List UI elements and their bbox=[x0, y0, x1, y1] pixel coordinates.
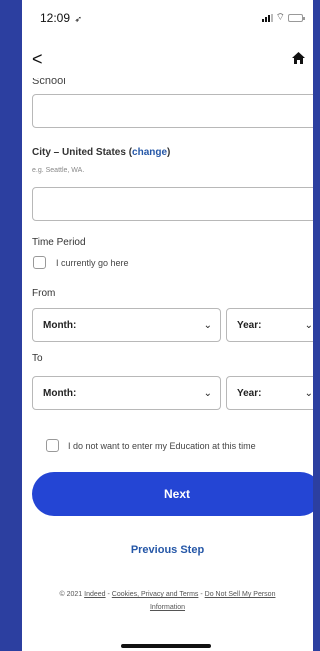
location-arrow-icon: ➶ bbox=[74, 14, 83, 24]
from-year-select[interactable]: Year: ⌄ bbox=[226, 308, 313, 342]
chevron-down-icon: ⌄ bbox=[203, 387, 212, 399]
city-label: City – United States (change) bbox=[32, 147, 170, 158]
do-not-sell-link-continued[interactable]: Information bbox=[150, 604, 185, 611]
to-label: To bbox=[32, 353, 43, 364]
from-label: From bbox=[32, 288, 56, 299]
city-hint: e.g. Seattle, WA. bbox=[32, 167, 85, 174]
school-input[interactable] bbox=[32, 94, 313, 128]
status-icons: ⌔ bbox=[261, 12, 305, 23]
signal-icon bbox=[261, 14, 273, 22]
to-month-value: Month: bbox=[43, 387, 77, 399]
chevron-down-icon: ⌄ bbox=[203, 319, 212, 331]
back-chevron-icon[interactable]: < bbox=[32, 50, 43, 68]
footer: © 2021 Indeed - Cookies, Privacy and Ter… bbox=[22, 588, 313, 614]
school-label: School bbox=[32, 78, 66, 85]
footer-line-2: Information bbox=[22, 601, 313, 614]
cookies-privacy-terms-link[interactable]: Cookies, Privacy and Terms bbox=[112, 591, 199, 598]
from-month-value: Month: bbox=[43, 319, 77, 331]
indeed-link[interactable]: Indeed bbox=[84, 591, 105, 598]
from-year-value: Year: bbox=[237, 319, 262, 331]
to-year-select[interactable]: Year: ⌄ bbox=[226, 376, 313, 410]
from-month-select[interactable]: Month: ⌄ bbox=[32, 308, 221, 342]
home-indicator bbox=[121, 644, 211, 648]
chevron-down-icon: ⌄ bbox=[304, 387, 313, 399]
to-month-select[interactable]: Month: ⌄ bbox=[32, 376, 221, 410]
currently-go-here-label: I currently go here bbox=[56, 258, 129, 268]
change-country-link[interactable]: change bbox=[132, 147, 167, 158]
time-period-label: Time Period bbox=[32, 237, 86, 248]
do-not-sell-link[interactable]: Do Not Sell My Person bbox=[205, 591, 276, 598]
status-bar: 12:09 ➶ ⌔ bbox=[22, 0, 313, 36]
previous-step-link[interactable]: Previous Step bbox=[22, 544, 313, 556]
to-year-value: Year: bbox=[237, 387, 262, 399]
city-label-suffix: ) bbox=[167, 147, 171, 158]
status-time: 12:09 bbox=[40, 11, 71, 25]
home-icon[interactable] bbox=[292, 51, 305, 67]
status-time-group: 12:09 ➶ bbox=[40, 9, 82, 27]
city-label-prefix: City – United States ( bbox=[32, 147, 133, 158]
copyright-text: © 2021 bbox=[59, 591, 85, 598]
battery-icon bbox=[288, 14, 305, 22]
skip-education-label: I do not want to enter my Education at t… bbox=[68, 441, 256, 451]
chevron-down-icon: ⌄ bbox=[304, 319, 313, 331]
nav-bar: < bbox=[22, 44, 313, 74]
home-icon-shape bbox=[292, 52, 305, 64]
next-button[interactable]: Next bbox=[32, 472, 313, 516]
footer-line-1: © 2021 Indeed - Cookies, Privacy and Ter… bbox=[22, 588, 313, 601]
wifi-icon: ⌔ bbox=[275, 12, 285, 23]
skip-education-checkbox[interactable] bbox=[46, 439, 59, 452]
currently-go-here-checkbox[interactable] bbox=[33, 256, 46, 269]
city-input[interactable] bbox=[32, 187, 313, 221]
phone-screen: 12:09 ➶ ⌔ < School City – United States … bbox=[22, 0, 313, 651]
